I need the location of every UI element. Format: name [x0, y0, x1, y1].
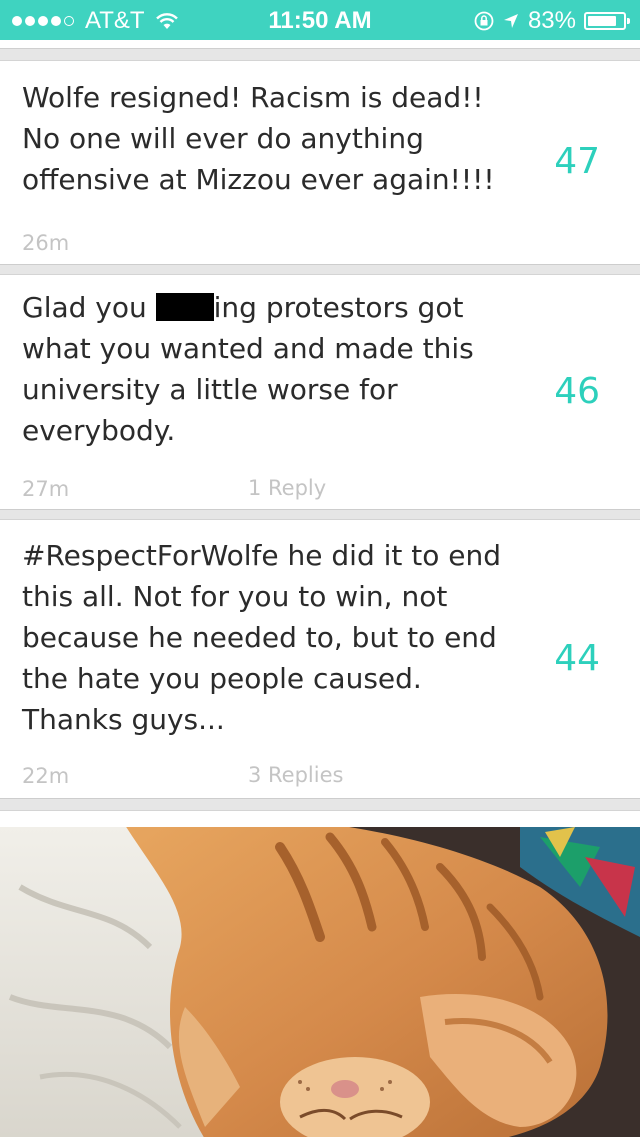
sleeping-cat-illustration — [0, 827, 640, 1137]
post-timestamp: 22m — [22, 764, 70, 788]
vote-count: 46 — [554, 371, 600, 412]
reply-count-link[interactable]: 1 Reply — [248, 476, 326, 500]
reply-count-link[interactable]: 3 Replies — [248, 763, 343, 787]
post-timestamp: 26m — [22, 231, 70, 255]
post-text: Glad you ing protestors got what you wan… — [22, 291, 474, 447]
battery-level-fill — [588, 16, 617, 26]
battery-icon — [584, 12, 630, 30]
feed-post[interactable]: #RespectForWolfe he did it to end this a… — [0, 519, 640, 799]
location-arrow-icon — [503, 14, 518, 28]
feed-post[interactable]: Wolfe resigned! Racism is dead!! No one … — [0, 60, 640, 265]
status-bar: AT&T 11:50 AM 83% — [0, 0, 640, 40]
rotation-lock-icon — [474, 11, 494, 31]
redaction-bar — [155, 293, 214, 321]
cat-photo-image — [0, 827, 640, 1137]
feed-post[interactable]: Glad you ing protestors got what you wan… — [0, 274, 640, 510]
photo-post[interactable] — [0, 810, 640, 1137]
previous-post-edge — [0, 40, 640, 49]
status-bar-right: 83% — [474, 7, 630, 35]
post-timestamp: 27m — [22, 477, 70, 501]
vote-count: 44 — [554, 638, 600, 679]
post-text: #RespectForWolfe he did it to end this a… — [22, 539, 502, 736]
battery-percent: 83% — [527, 7, 576, 34]
vote-count: 47 — [554, 141, 600, 182]
post-text: Wolfe resigned! Racism is dead!! No one … — [22, 81, 495, 196]
